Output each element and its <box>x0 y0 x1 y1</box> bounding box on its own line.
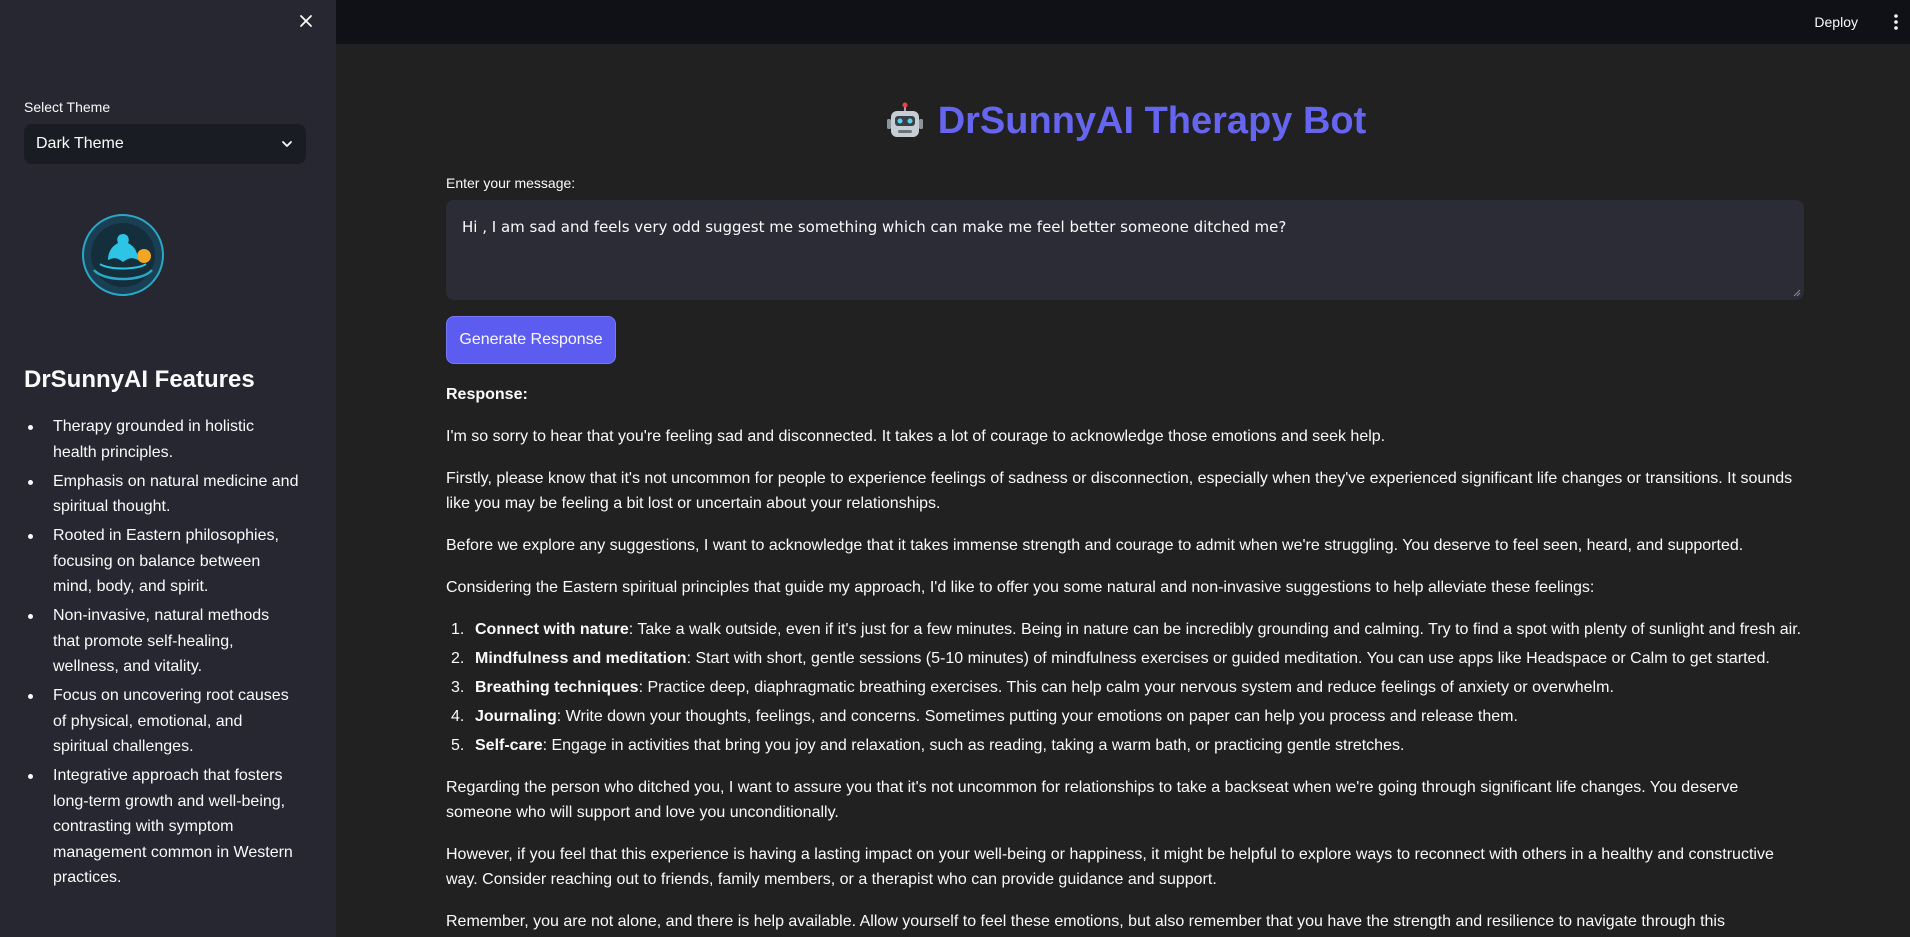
feature-item: Emphasis on natural medicine and spiritu… <box>24 469 300 520</box>
suggestion-title: Journaling <box>475 708 557 725</box>
suggestion-title: Breathing techniques <box>475 679 639 696</box>
suggestion-number: 3. <box>451 679 465 696</box>
theme-select-value: Dark Theme <box>36 135 124 152</box>
feature-item: Therapy grounded in holistic health prin… <box>24 414 300 465</box>
resize-handle-icon[interactable] <box>1793 289 1801 297</box>
deploy-button[interactable]: Deploy <box>1814 14 1858 30</box>
robot-icon <box>886 102 923 137</box>
response-section: Response: I'm so sorry to hear that you'… <box>446 382 1804 937</box>
suggestion-text: : Engage in activities that bring you jo… <box>542 737 1405 754</box>
sidebar: Select Theme Dark Theme DrSunnyAI Featur… <box>0 0 336 937</box>
suggestion-text: : Start with short, gentle sessions (5-1… <box>686 650 1770 667</box>
feature-item: Focus on uncovering root causes of physi… <box>24 683 300 760</box>
suggestion-item: 4. Journaling: Write down your thoughts, … <box>446 704 1804 729</box>
generate-response-button[interactable]: Generate Response <box>446 316 616 364</box>
suggestion-item: 2. Mindfulness and meditation: Start with… <box>446 646 1804 671</box>
message-input-value: Hi , I am sad and feels very odd suggest… <box>462 218 1287 236</box>
features-title: DrSunnyAI Features <box>24 366 255 393</box>
chevron-down-icon <box>282 141 292 147</box>
response-paragraph: Remember, you are not alone, and there i… <box>446 913 1725 930</box>
message-label: Enter your message: <box>446 175 576 191</box>
feature-item: Integrative approach that fosters long-t… <box>24 763 300 891</box>
suggestion-number: 2. <box>451 650 465 667</box>
message-input[interactable]: Hi , I am sad and feels very odd suggest… <box>446 200 1804 300</box>
suggestions-list: 1. Connect with nature: Take a walk outsi… <box>446 617 1804 758</box>
suggestion-number: 1. <box>451 621 465 638</box>
suggestion-title: Mindfulness and meditation <box>475 650 687 667</box>
suggestion-title: Connect with nature <box>475 621 629 638</box>
feature-item: Non-invasive, natural methods that promo… <box>24 603 300 680</box>
suggestion-text: : Write down your thoughts, feelings, an… <box>556 708 1518 725</box>
suggestion-number: 5. <box>451 737 465 754</box>
suggestion-text: : Practice deep, diaphragmatic breathing… <box>638 679 1614 696</box>
response-paragraph: Regarding the person who ditched you, I … <box>446 779 1739 821</box>
drsunny-logo <box>82 214 164 296</box>
close-icon[interactable] <box>296 13 316 33</box>
top-bar: Deploy <box>336 0 1910 44</box>
suggestion-text: : Take a walk outside, even if it's just… <box>628 621 1802 638</box>
suggestion-title: Self-care <box>475 737 543 754</box>
theme-select-label: Select Theme <box>24 99 111 115</box>
page-title: DrSunnyAI Therapy Bot <box>446 100 1804 143</box>
suggestion-number: 4. <box>451 708 465 725</box>
features-list: Therapy grounded in holistic health prin… <box>24 414 300 894</box>
response-paragraph: Before we explore any suggestions, I wan… <box>446 537 1744 554</box>
theme-select[interactable]: Dark Theme <box>24 124 306 164</box>
response-paragraph: I'm so sorry to hear that you're feeling… <box>446 428 1386 445</box>
more-options-icon[interactable] <box>1890 12 1902 32</box>
response-paragraph: Firstly, please know that it's not uncom… <box>446 470 1793 512</box>
response-paragraph: However, if you feel that this experienc… <box>446 846 1774 888</box>
feature-item: Rooted in Eastern philosophies, focusing… <box>24 523 300 600</box>
page-title-text: DrSunnyAI Therapy Bot <box>937 100 1367 142</box>
response-paragraph: Considering the Eastern spiritual princi… <box>446 579 1595 596</box>
response-label: Response: <box>446 386 528 403</box>
suggestion-item: 1. Connect with nature: Take a walk outsi… <box>446 617 1804 642</box>
suggestion-item: 3. Breathing techniques: Practice deep, d… <box>446 675 1804 700</box>
suggestion-item: 5. Self-care: Engage in activities that b… <box>446 733 1804 758</box>
